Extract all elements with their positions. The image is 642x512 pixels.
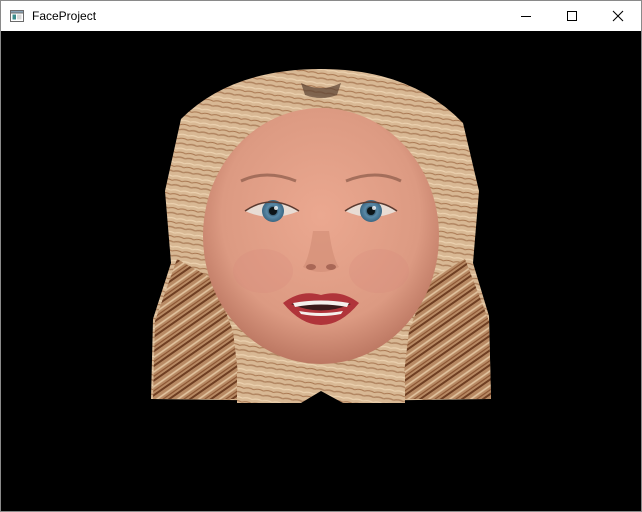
title-bar[interactable]: FaceProject — [1, 1, 641, 31]
maximize-icon — [567, 11, 577, 21]
window-title: FaceProject — [32, 9, 97, 23]
minimize-icon — [521, 16, 531, 17]
maximize-button[interactable] — [549, 1, 595, 31]
close-button[interactable] — [595, 1, 641, 31]
face-model-render — [151, 69, 491, 403]
render-viewport[interactable] — [1, 31, 641, 511]
minimize-button[interactable] — [503, 1, 549, 31]
close-icon — [612, 10, 624, 22]
window-app-icon — [10, 9, 24, 23]
app-window: FaceProject — [0, 0, 642, 512]
